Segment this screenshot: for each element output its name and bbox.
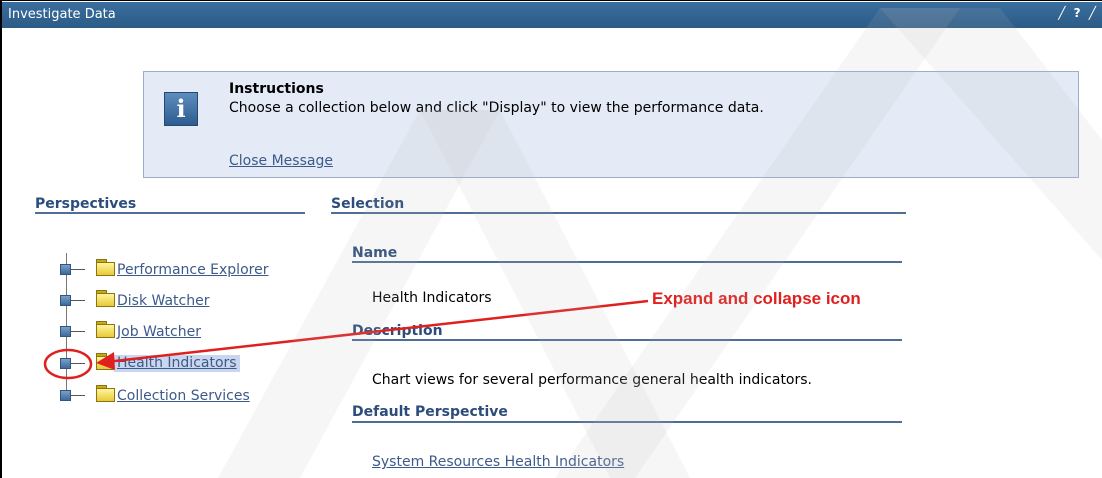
- annotation-arrow: [105, 299, 649, 364]
- annotation-overlay: [43, 299, 649, 380]
- annotation-circle: [43, 348, 93, 380]
- annotation-arrowhead: [96, 352, 115, 370]
